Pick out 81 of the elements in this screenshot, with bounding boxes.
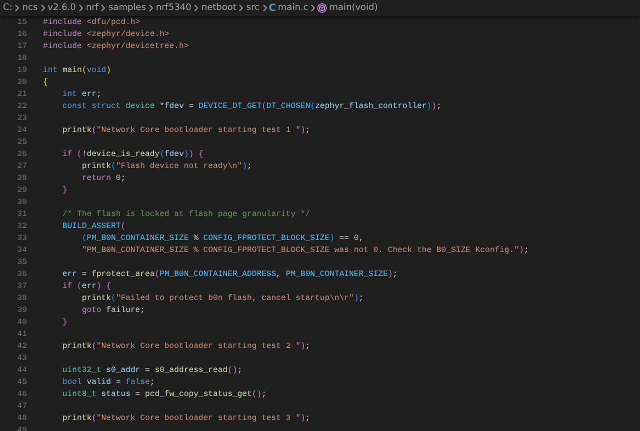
code-line: printk("Failed to protect b0n flash, cancel startup\n\r"); xyxy=(80,294,364,302)
code-line: err = fprotect_area(PM_B0N_CONTAINER_ADDRESS, PM_B0N_CONTAINER_SIZE); xyxy=(61,270,398,278)
code-line: if (!device_is_ready(fdev)) { xyxy=(61,150,204,158)
line-number: 39 xyxy=(16,306,27,314)
chevron-icon xyxy=(100,4,106,12)
code-line: const struct device *fdev = DEVICE_DT_GET(DT_CHOSEN(zephyr_flash_controller)); xyxy=(61,102,442,110)
code-line: BUILD_ASSERT( xyxy=(61,222,126,230)
code-line: (PM_B0N_CONTAINER_SIZE % CONFIG_FPROTECT_BLOCK_SIZE) == 0, xyxy=(80,234,364,242)
code-line: printk("Network Core bootloader starting test 2 "); xyxy=(61,342,310,350)
line-number: 15 xyxy=(16,18,27,26)
breadcrumb-item[interactable]: main.c xyxy=(276,3,310,13)
code-line: goto failure; xyxy=(80,306,146,314)
line-number: 26 xyxy=(16,150,27,158)
line-number: 31 xyxy=(16,210,27,218)
line-number: 17 xyxy=(16,42,27,50)
line-number: 23 xyxy=(16,114,27,122)
code-line: bool valid = false; xyxy=(61,378,155,386)
code-line: #include <zephyr/device.h> xyxy=(43,30,170,38)
chevron-icon xyxy=(78,4,84,12)
line-number: 48 xyxy=(16,414,27,422)
line-number: 25 xyxy=(16,138,27,146)
breadcrumb-item[interactable]: ncs xyxy=(21,3,39,13)
cube-icon xyxy=(317,3,328,13)
breadcrumb-item[interactable]: C: xyxy=(2,3,14,13)
line-number: 27 xyxy=(16,162,27,170)
line-number: 46 xyxy=(16,390,27,398)
line-number: 47 xyxy=(16,402,27,410)
code-line: printk("Flash device not ready\n"); xyxy=(80,162,252,170)
line-number: 19 xyxy=(16,66,27,74)
code-line: #include <dfu/pcd.h> xyxy=(43,18,140,26)
breadcrumb-item[interactable]: netboot xyxy=(200,3,238,13)
line-number: 28 xyxy=(16,174,27,182)
line-number: 21 xyxy=(16,90,27,98)
line-number: 41 xyxy=(16,330,27,338)
line-number: 32 xyxy=(16,222,27,230)
code-line: printk("Network Core bootloader starting test 3 "); xyxy=(61,414,310,422)
line-number: 36 xyxy=(16,270,27,278)
chevron-icon xyxy=(310,4,316,12)
breadcrumb-item[interactable]: main(void) xyxy=(328,3,379,13)
line-number: 24 xyxy=(16,126,27,134)
code-line: "PM_B0N_CONTAINER_SIZE % CONFIG_FPROTECT_BLOCK_SIZE was not 0. Check the B0_SIZE Kconfig."); xyxy=(80,246,529,254)
chevron-icon xyxy=(262,4,268,12)
chevron-icon xyxy=(238,4,244,12)
code-line: /* The flash is locked at flash page granularity */ xyxy=(61,210,310,218)
line-number: 45 xyxy=(16,378,27,386)
code-line: int main(void) xyxy=(43,66,112,74)
code-line: int err; xyxy=(61,90,102,98)
line-number: 18 xyxy=(16,54,27,62)
line-number: 29 xyxy=(16,186,27,194)
line-number: 16 xyxy=(16,30,27,38)
line-number: 22 xyxy=(16,102,27,110)
breadcrumb-item[interactable]: samples xyxy=(107,3,147,13)
chevron-icon xyxy=(40,4,46,12)
c-file-icon: C xyxy=(268,2,276,14)
chevron-icon xyxy=(193,4,200,12)
code-line: } xyxy=(61,318,68,326)
line-number: 44 xyxy=(16,366,27,374)
chevron-icon xyxy=(14,4,20,12)
line-number: 43 xyxy=(16,354,27,362)
code-line: printk("Network Core bootloader starting test 1 "); xyxy=(61,126,310,134)
line-number: 33 xyxy=(16,234,27,242)
breadcrumb-item[interactable]: nrf xyxy=(84,3,100,13)
code-line: } xyxy=(61,186,68,194)
line-number: 35 xyxy=(16,258,27,266)
breadcrumb-item[interactable]: src xyxy=(245,3,261,13)
code-line: uint8_t status = pcd_fw_copy_status_get(); xyxy=(61,390,266,398)
line-number: 42 xyxy=(16,342,27,350)
code-line: #include <zephyr/devicetree.h> xyxy=(43,42,189,50)
code-line: if (err) { xyxy=(61,282,112,290)
line-number: 34 xyxy=(16,246,27,254)
line-number: 37 xyxy=(16,282,27,290)
chevron-icon xyxy=(148,4,154,12)
line-number: 20 xyxy=(16,78,27,86)
code-line: { xyxy=(43,78,48,86)
line-number: 40 xyxy=(16,318,27,326)
code-line: return 0; xyxy=(80,174,126,182)
line-number: 38 xyxy=(16,294,27,302)
line-number: 30 xyxy=(16,198,27,206)
code-line: uint32_t s0_addr = s0_address_read(); xyxy=(61,366,242,374)
breadcrumb-item[interactable]: v2.6.0 xyxy=(46,3,77,13)
breadcrumb-item[interactable]: nrf5340 xyxy=(154,3,192,13)
